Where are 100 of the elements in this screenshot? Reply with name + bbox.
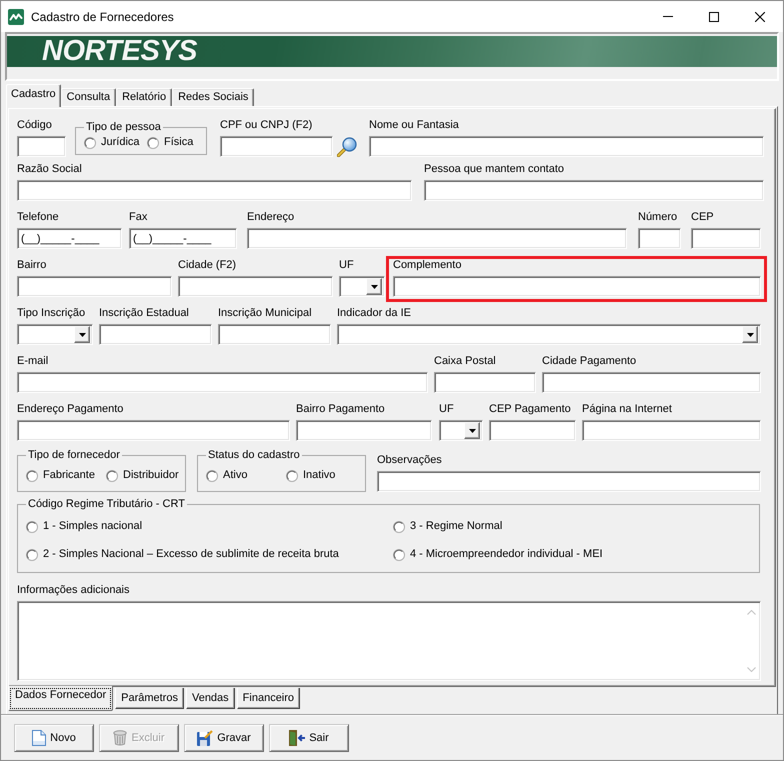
caret-down-icon [370, 284, 378, 288]
field-label: CEP [691, 211, 714, 224]
logo-text: NORTESYS [42, 36, 198, 67]
radio-label: 1 - Simples nacional [43, 520, 142, 533]
new-button[interactable]: Novo [14, 724, 94, 752]
text-field[interactable] [178, 276, 333, 297]
text-field[interactable] [369, 136, 764, 157]
dropdown[interactable] [339, 276, 385, 297]
text-field[interactable] [393, 276, 761, 297]
field-label: Bairro [17, 259, 46, 272]
radio-button[interactable] [84, 136, 96, 148]
tab[interactable]: Financeiro [236, 688, 300, 709]
field-label: Telefone [17, 211, 59, 224]
maximize-icon[interactable] [709, 12, 719, 22]
tab[interactable]: Parâmetros [115, 688, 184, 709]
field-label: UF [439, 403, 454, 416]
tab[interactable]: Cadastro [6, 84, 61, 107]
text-field[interactable]: (__)_____-____ [17, 228, 122, 249]
caret-down-icon [78, 332, 86, 336]
field-label: Endereço [247, 211, 294, 224]
radio-button[interactable] [206, 470, 218, 482]
radio-button[interactable] [26, 520, 38, 532]
tab[interactable]: Dados Fornecedor [8, 686, 114, 711]
group-title: Código Regime Tributário - CRT [27, 498, 186, 511]
radio-button[interactable] [393, 548, 405, 560]
radio-label: Ativo [223, 469, 248, 482]
tab[interactable]: Vendas [186, 688, 235, 709]
text-field[interactable] [220, 136, 333, 157]
text-field[interactable] [17, 180, 412, 201]
text-field[interactable] [296, 420, 432, 441]
field-label: Razão Social [17, 163, 82, 176]
app-logo-icon [8, 8, 24, 24]
field-label: Complemento [393, 259, 462, 272]
text-field[interactable] [424, 180, 764, 201]
text-field[interactable]: (__)_____-____ [129, 228, 237, 249]
text-field[interactable] [17, 136, 66, 157]
field-label: Observações [377, 454, 442, 467]
text-field[interactable] [691, 228, 761, 249]
text-field[interactable] [218, 324, 331, 345]
radio-button[interactable] [26, 548, 38, 560]
text-field[interactable] [582, 420, 761, 441]
radio-label: Física [164, 136, 194, 149]
group-title: Tipo de fornecedor [27, 449, 121, 462]
field-label: CEP Pagamento [489, 403, 571, 416]
radio-label: 2 - Simples Nacional – Excesso de sublimite de receita bruta [43, 548, 339, 561]
dropdown-button[interactable] [74, 326, 90, 343]
radio-button[interactable] [393, 520, 405, 532]
dropdown[interactable] [337, 324, 761, 345]
radio-label: Fabricante [43, 469, 95, 482]
radio-label: Inativo [303, 469, 336, 482]
field-label: Cidade (F2) [178, 259, 236, 272]
text-field[interactable] [638, 228, 681, 249]
save-button[interactable]: Gravar [184, 724, 264, 752]
search-icon[interactable] [337, 136, 357, 156]
close-icon[interactable] [755, 12, 765, 22]
dropdown-button[interactable] [366, 278, 382, 295]
group-title: Tipo de pessoa [85, 121, 162, 134]
tab[interactable]: Consulta [60, 88, 116, 106]
text-field[interactable] [434, 372, 536, 393]
field-label: Pessoa que mantem contato [424, 163, 564, 176]
group-title: Status do cadastro [207, 449, 301, 462]
dropdown-button[interactable] [464, 422, 480, 439]
tab[interactable]: Relatório [116, 88, 172, 106]
field-label: Fax [129, 211, 148, 224]
text-field[interactable] [377, 471, 761, 492]
field-label: Cidade Pagamento [542, 355, 636, 368]
trash-can-icon [113, 730, 128, 746]
field-label: CPF ou CNPJ (F2) [220, 119, 312, 132]
field-label: UF [339, 259, 354, 272]
field-label: E-mail [17, 355, 48, 368]
text-field[interactable] [247, 228, 627, 249]
exit-door-icon [289, 730, 306, 746]
field-label: Endereço Pagamento [17, 403, 124, 416]
window-title: Cadastro de Fornecedores [31, 8, 174, 24]
field-label: Código [17, 119, 52, 132]
text-field[interactable] [489, 420, 576, 441]
radio-button[interactable] [106, 470, 118, 482]
radio-button[interactable] [286, 470, 298, 482]
text-field[interactable] [17, 372, 428, 393]
text-field[interactable] [542, 372, 761, 393]
text-field[interactable] [17, 420, 290, 441]
dropdown[interactable] [17, 324, 93, 345]
field-label: Indicador da IE [337, 307, 411, 320]
field-label: Tipo Inscrição [17, 307, 86, 320]
caret-down-icon [468, 428, 476, 432]
field-label: Caixa Postal [434, 355, 496, 368]
radio-button[interactable] [26, 470, 38, 482]
field-label: Bairro Pagamento [296, 403, 385, 416]
text-field[interactable] [17, 276, 172, 297]
radio-label: Jurídica [101, 136, 140, 149]
radio-label: 4 - Microempreendedor individual - MEI [410, 548, 603, 561]
dropdown[interactable] [439, 420, 483, 441]
field-label: Informações adicionais [17, 584, 130, 597]
text-field[interactable] [99, 324, 212, 345]
tab[interactable]: Redes Sociais [172, 88, 254, 106]
radio-button[interactable] [147, 136, 159, 148]
radio-label: 3 - Regime Normal [410, 520, 502, 533]
dropdown-button[interactable] [742, 326, 758, 343]
exit-button[interactable]: Sair [269, 724, 349, 752]
document-icon [32, 730, 46, 746]
